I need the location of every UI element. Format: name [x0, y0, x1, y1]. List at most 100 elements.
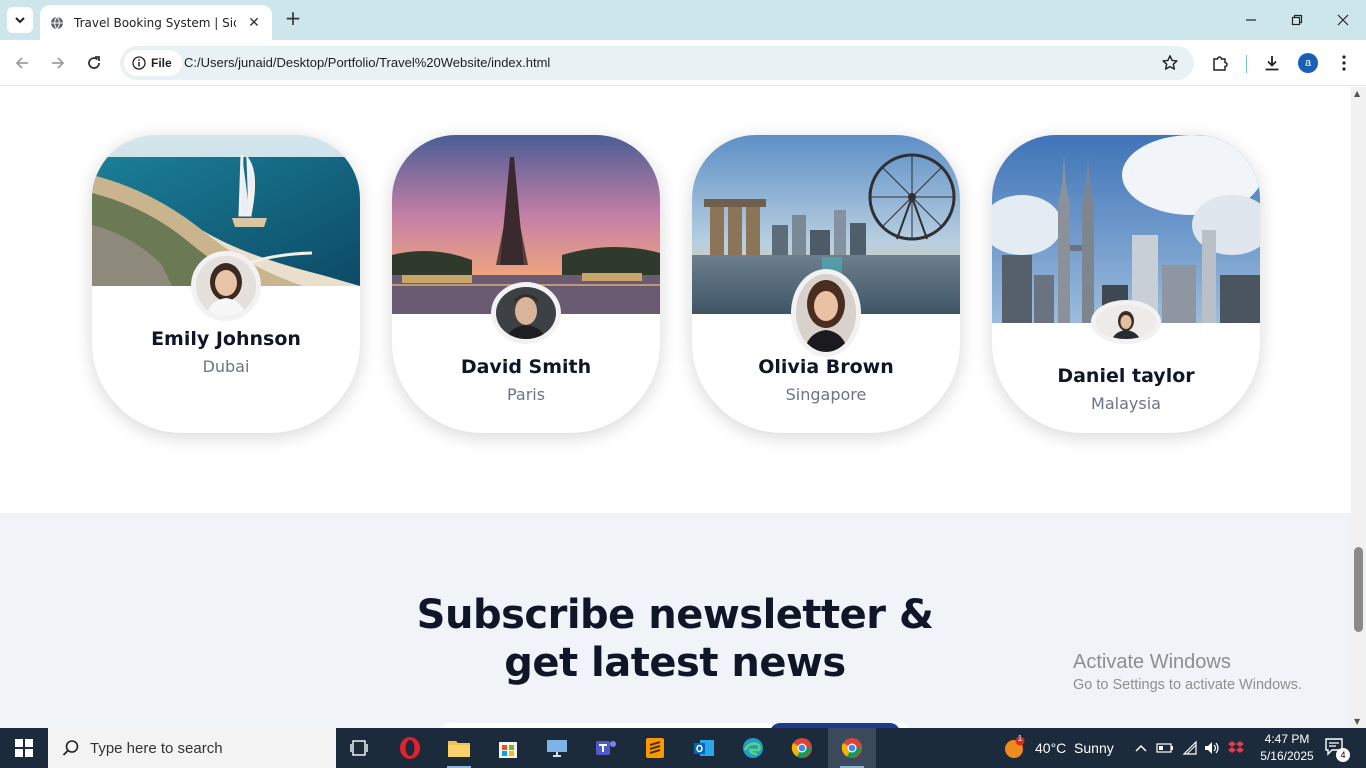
- minimize-button[interactable]: [1239, 8, 1263, 32]
- tab-close-icon[interactable]: ✕: [244, 15, 264, 31]
- taskbar-app-edge[interactable]: [729, 728, 777, 768]
- browser-tab-active[interactable]: Travel Booking System | Siddiqui ✕: [40, 5, 272, 40]
- taskbar-app-outlook[interactable]: [680, 728, 728, 768]
- back-button[interactable]: [10, 51, 34, 75]
- computer-icon: [547, 740, 567, 757]
- star-icon: [1162, 55, 1178, 70]
- address-bar[interactable]: File C:/Users/junaid/Desktop/Portfolio/T…: [120, 46, 1194, 80]
- minimize-icon: [1246, 19, 1256, 21]
- sublime-icon: [646, 738, 664, 758]
- tab-search-button[interactable]: [7, 7, 33, 33]
- outlook-icon: [694, 740, 714, 756]
- profile-avatar[interactable]: a: [1298, 53, 1318, 73]
- weather-badge: 1: [1017, 734, 1023, 743]
- close-icon: [1337, 14, 1349, 26]
- system-clock[interactable]: 4:47 PM 5/16/2025: [1254, 731, 1320, 765]
- restore-icon: [1291, 14, 1303, 26]
- watermark-subtitle: Go to Settings to activate Windows.: [1073, 677, 1302, 693]
- store-icon: [499, 742, 517, 758]
- edge-icon: [743, 738, 763, 758]
- traveler-name: Daniel taylor: [1057, 365, 1195, 387]
- notifications-button[interactable]: 4: [1324, 736, 1350, 762]
- arrow-right-icon: [52, 57, 65, 69]
- arrow-left-icon: [15, 57, 28, 69]
- site-info-chip[interactable]: File: [124, 50, 182, 76]
- scroll-up-arrow-icon[interactable]: ▲: [1354, 89, 1360, 98]
- newsletter-title-line: get latest news: [504, 640, 846, 686]
- site-info-label: File: [151, 56, 172, 70]
- newsletter-title-line: Subscribe newsletter &: [416, 592, 934, 638]
- task-view-icon: [350, 740, 368, 756]
- avatar: [1091, 300, 1161, 344]
- extensions-button[interactable]: [1208, 51, 1232, 75]
- avatar: [191, 251, 261, 321]
- start-button[interactable]: [0, 728, 48, 768]
- taskbar-app-teams[interactable]: [582, 728, 630, 768]
- traveler-card[interactable]: Emily Johnson Dubai: [92, 135, 360, 433]
- weather-text: 40°C Sunny: [1035, 740, 1114, 756]
- newsletter-title: Subscribe newsletter & get latest news: [375, 591, 975, 687]
- url-text[interactable]: C:/Users/junaid/Desktop/Portfolio/Travel…: [184, 55, 550, 70]
- close-window-button[interactable]: [1331, 8, 1355, 32]
- windows-logo-icon: [15, 739, 33, 757]
- taskbar-app-file-explorer[interactable]: [435, 728, 483, 768]
- downloads-button[interactable]: [1260, 51, 1284, 75]
- puzzle-icon: [1213, 56, 1228, 71]
- traveler-card[interactable]: David Smith Paris: [392, 135, 660, 433]
- chrome-icon: [841, 738, 862, 758]
- traveler-city: Paris: [506, 385, 546, 404]
- page-viewport: Emily Johnson Dubai David Smith Paris Ol…: [0, 87, 1351, 728]
- traveler-city: Dubai: [202, 357, 250, 376]
- weather-widget[interactable]: 1 40°C Sunny: [1003, 728, 1114, 768]
- destination-photo-malaysia: [992, 135, 1260, 323]
- taskbar-app-remote[interactable]: [533, 728, 581, 768]
- taskbar-search-input[interactable]: Type here to search: [48, 728, 336, 768]
- traveler-city: Malaysia: [1091, 394, 1161, 413]
- taskbar-app-opera[interactable]: [386, 728, 434, 768]
- chevron-down-icon: [15, 17, 25, 24]
- taskbar-app-sublime[interactable]: [631, 728, 679, 768]
- hidden-icons-chevron-icon[interactable]: [1131, 738, 1151, 758]
- taskbar-app-chrome-profile[interactable]: [828, 728, 876, 768]
- notification-count-badge: 4: [1336, 748, 1350, 762]
- traveler-card[interactable]: Olivia Brown Singapore: [692, 135, 960, 433]
- newsletter-section: Subscribe newsletter & get latest news: [0, 513, 1351, 728]
- watermark-title: Activate Windows: [1073, 651, 1231, 673]
- dropbox-icon[interactable]: [1226, 738, 1246, 758]
- globe-icon: [51, 16, 63, 29]
- browser-menu-button[interactable]: [1332, 51, 1356, 75]
- wifi-icon[interactable]: [1180, 738, 1200, 758]
- opera-icon: [400, 737, 420, 759]
- clock-time: 4:47 PM: [1264, 732, 1310, 746]
- windows-taskbar: Type here to search 1 40°C Sunny 4:47 PM…: [0, 728, 1366, 768]
- traveler-card[interactable]: Daniel taylor Malaysia: [992, 135, 1260, 433]
- traveler-name: Emily Johnson: [151, 328, 301, 350]
- search-placeholder: Type here to search: [90, 739, 223, 757]
- search-icon: [62, 740, 79, 756]
- traveler-name: David Smith: [460, 356, 592, 378]
- new-tab-button[interactable]: +: [282, 8, 304, 30]
- traveler-city: Singapore: [785, 385, 867, 404]
- restore-button[interactable]: [1285, 8, 1309, 32]
- volume-icon[interactable]: [1202, 738, 1222, 758]
- bookmark-star-button[interactable]: [1160, 53, 1180, 73]
- tab-title: Travel Booking System | Siddiqui: [74, 15, 236, 30]
- task-view-button[interactable]: [336, 728, 384, 768]
- toolbar-divider: [1246, 55, 1247, 73]
- download-icon: [1265, 56, 1279, 71]
- teams-icon: [596, 741, 616, 755]
- scroll-down-arrow-icon[interactable]: ▼: [1354, 717, 1360, 726]
- scrollbar-thumb[interactable]: [1354, 547, 1363, 632]
- activate-windows-watermark: Activate Windows Go to Settings to activ…: [1073, 651, 1302, 693]
- traveler-name: Olivia Brown: [758, 356, 894, 378]
- taskbar-app-chrome[interactable]: [778, 728, 826, 768]
- avatar: [491, 282, 561, 344]
- forward-button[interactable]: [46, 51, 70, 75]
- folder-icon: [448, 741, 470, 757]
- browser-toolbar: File C:/Users/junaid/Desktop/Portfolio/T…: [0, 40, 1366, 86]
- chrome-icon: [791, 738, 812, 758]
- battery-icon[interactable]: [1155, 738, 1175, 758]
- taskbar-app-store[interactable]: [484, 728, 532, 768]
- reload-button[interactable]: [82, 51, 106, 75]
- page-scrollbar[interactable]: ▲ ▼: [1351, 87, 1366, 728]
